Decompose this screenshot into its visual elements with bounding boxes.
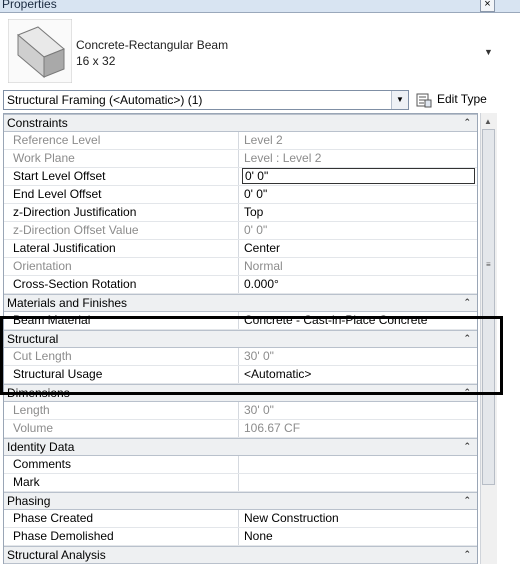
property-value: Level 2 [244, 133, 283, 147]
property-row[interactable]: Start Level Offset 0' 0" [4, 168, 477, 186]
property-name: Comments [4, 456, 239, 473]
property-value[interactable]: New Construction [244, 510, 476, 527]
scrollbar-thumb[interactable]: ≡ [482, 129, 495, 485]
group-structural-analysis[interactable]: Structural Analysis ⌃ [4, 546, 477, 564]
property-row[interactable]: Phase Created New Construction [4, 510, 477, 528]
beam-thumbnail-icon [8, 19, 72, 83]
property-name: Lateral Justification [4, 240, 239, 257]
property-name: z-Direction Offset Value [4, 222, 239, 239]
property-row: Cut Length 30' 0" [4, 348, 477, 366]
group-label: Phasing [7, 494, 51, 508]
properties-grid: Constraints ⌃ Reference Level Level 2 Wo… [3, 113, 478, 564]
property-value: Normal [244, 259, 283, 273]
group-label: Structural Analysis [7, 548, 106, 562]
type-size: 16 x 32 [76, 54, 116, 68]
property-name: Orientation [4, 258, 239, 275]
edit-type-icon [416, 93, 432, 108]
property-name: Beam Material [4, 312, 239, 329]
property-row[interactable]: Beam Material Concrete - Cast-in-Place C… [4, 312, 477, 330]
close-button[interactable]: × [480, 0, 495, 12]
property-name: End Level Offset [4, 186, 239, 203]
property-row: z-Direction Offset Value 0' 0" [4, 222, 477, 240]
property-row[interactable]: Phase Demolished None [4, 528, 477, 546]
type-selector-header[interactable]: Concrete-Rectangular Beam 16 x 32 ▼ [0, 13, 500, 89]
type-dropdown-icon[interactable]: ▼ [484, 47, 493, 57]
property-name: Reference Level [4, 132, 239, 149]
group-label: Constraints [7, 116, 68, 130]
property-value: 30' 0" [244, 349, 274, 363]
grip-icon: ≡ [486, 260, 491, 269]
property-value[interactable]: Center [244, 240, 476, 257]
group-structural[interactable]: Structural ⌃ [4, 330, 477, 348]
property-name: Phase Created [4, 510, 239, 527]
chevron-down-icon[interactable]: ▼ [391, 91, 408, 109]
collapse-icon[interactable]: ⌃ [463, 387, 471, 398]
instance-filter-select[interactable]: Structural Framing (<Automatic>) (1) ▼ [3, 90, 409, 110]
window-title: Properties [2, 0, 57, 11]
property-name: Phase Demolished [4, 528, 239, 545]
group-label: Dimensions [7, 386, 70, 400]
property-row: Volume 106.67 CF [4, 420, 477, 438]
instance-filter-value: Structural Framing (<Automatic>) (1) [7, 93, 203, 107]
property-value[interactable]: Concrete - Cast-in-Place Concrete [244, 312, 476, 329]
property-name: Work Plane [4, 150, 239, 167]
comments-input[interactable] [244, 456, 476, 473]
collapse-icon[interactable]: ⌃ [463, 441, 471, 452]
property-name: Mark [4, 474, 239, 491]
group-label: Structural [7, 332, 59, 346]
group-label: Materials and Finishes [7, 296, 128, 310]
property-name: Volume [4, 420, 239, 437]
property-value[interactable]: 0' 0" [244, 186, 476, 203]
family-name: Concrete-Rectangular Beam [76, 38, 229, 52]
property-value[interactable]: <Automatic> [244, 366, 476, 383]
property-value: 0' 0" [244, 223, 268, 237]
scroll-up-icon[interactable]: ▲ [484, 117, 492, 126]
mark-input[interactable] [244, 474, 476, 491]
start-level-offset-input[interactable]: 0' 0" [242, 168, 475, 184]
vertical-scrollbar[interactable]: ▲ ≡ [480, 113, 497, 564]
property-row: Orientation Normal [4, 258, 477, 276]
edit-type-label: Edit Type [437, 92, 487, 106]
property-row[interactable]: Comments [4, 456, 477, 474]
collapse-icon[interactable]: ⌃ [463, 117, 471, 128]
property-name: Cross-Section Rotation [4, 276, 239, 293]
property-row[interactable]: End Level Offset 0' 0" [4, 186, 477, 204]
group-dimensions[interactable]: Dimensions ⌃ [4, 384, 477, 402]
group-label: Identity Data [7, 440, 75, 454]
property-row[interactable]: Mark [4, 474, 477, 492]
property-row: Reference Level Level 2 [4, 132, 477, 150]
property-value[interactable]: Top [244, 204, 476, 221]
property-value: Level : Level 2 [244, 151, 322, 165]
property-row[interactable]: Lateral Justification Center [4, 240, 477, 258]
group-constraints[interactable]: Constraints ⌃ [4, 114, 477, 132]
property-value[interactable]: 0.000° [244, 276, 476, 293]
group-materials[interactable]: Materials and Finishes ⌃ [4, 294, 477, 312]
property-value: 106.67 CF [244, 421, 301, 435]
title-bar: Properties × [0, 0, 520, 13]
property-row: Length 30' 0" [4, 402, 477, 420]
property-row: Work Plane Level : Level 2 [4, 150, 477, 168]
collapse-icon[interactable]: ⌃ [463, 297, 471, 308]
collapse-icon[interactable]: ⌃ [463, 495, 471, 506]
property-name: Start Level Offset [4, 168, 239, 185]
property-value: 30' 0" [244, 403, 274, 417]
collapse-icon[interactable]: ⌃ [463, 549, 471, 560]
property-name: Length [4, 402, 239, 419]
group-phasing[interactable]: Phasing ⌃ [4, 492, 477, 510]
property-row[interactable]: Cross-Section Rotation 0.000° [4, 276, 477, 294]
property-name: Structural Usage [4, 366, 239, 383]
property-row[interactable]: z-Direction Justification Top [4, 204, 477, 222]
property-row[interactable]: Structural Usage <Automatic> [4, 366, 477, 384]
type-name: Concrete-Rectangular Beam 16 x 32 [76, 37, 228, 69]
group-identity-data[interactable]: Identity Data ⌃ [4, 438, 477, 456]
property-value[interactable]: None [244, 528, 476, 545]
collapse-icon[interactable]: ⌃ [463, 333, 471, 344]
property-name: z-Direction Justification [4, 204, 239, 221]
property-name: Cut Length [4, 348, 239, 365]
